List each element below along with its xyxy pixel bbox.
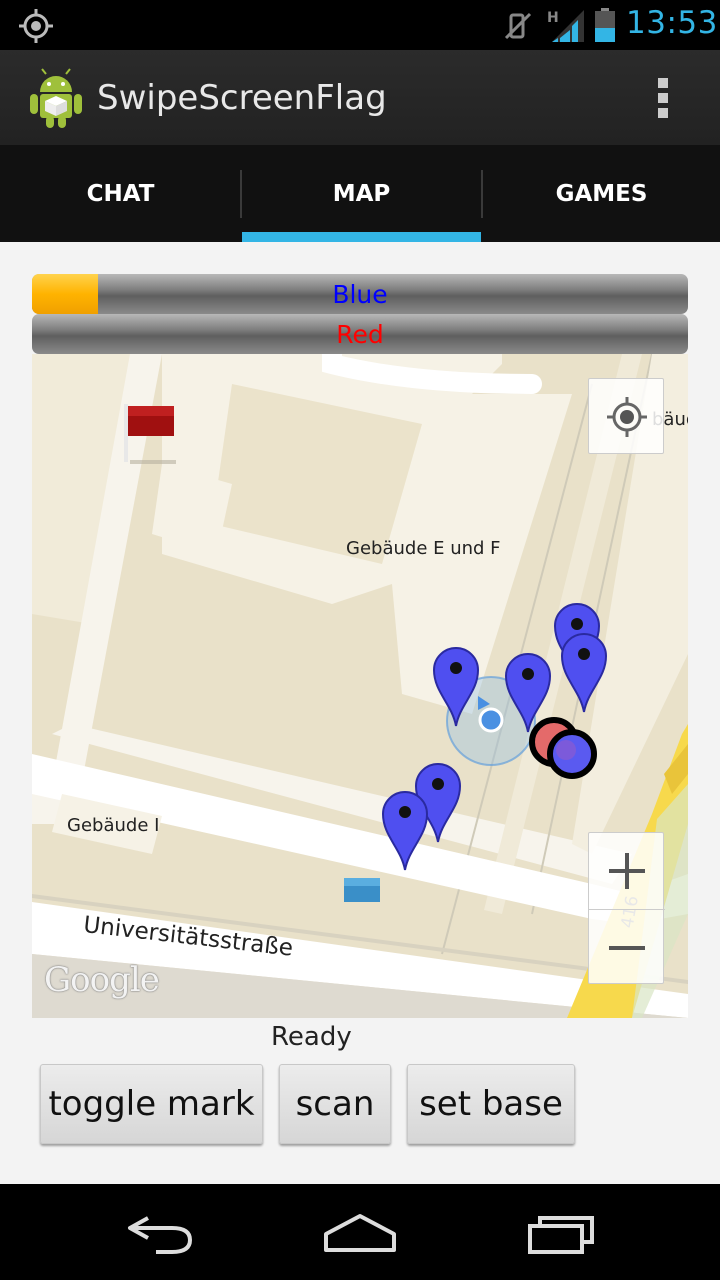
clock: 13:53 (626, 5, 718, 41)
blue-marker-1[interactable] (432, 644, 480, 728)
toggle-mark-button[interactable]: toggle mark (40, 1064, 263, 1144)
app-title: SwipeScreenFlag (97, 78, 387, 118)
screen: H 13:53 SwipeScreenFlag CHAT MAP GAMES B… (0, 0, 720, 1280)
mute-icon (504, 12, 532, 40)
action-bar: SwipeScreenFlag (0, 50, 720, 146)
zoom-in-button[interactable] (589, 833, 665, 909)
zoom-in-icon (609, 853, 645, 889)
tab-bar: CHAT MAP GAMES (0, 146, 720, 242)
scan-button[interactable]: scan (279, 1064, 391, 1144)
map-label-building-ef: Gebäude E und F (346, 538, 501, 559)
zoom-out-button[interactable] (589, 909, 665, 985)
zoom-controls (588, 832, 665, 985)
back-icon[interactable] (120, 1204, 200, 1260)
home-icon[interactable] (320, 1204, 400, 1260)
map-label-building-i: Gebäude I (67, 815, 160, 836)
navigation-bar (0, 1184, 720, 1280)
tab-chat[interactable]: CHAT (0, 146, 241, 242)
tab-chat-label: CHAT (86, 181, 155, 207)
player-circle-blue[interactable] (544, 726, 602, 784)
map-tab-content: Blue Red Gebäude E und F Gebäude I äu Un… (0, 242, 720, 1184)
status-text: Ready (271, 1022, 352, 1052)
tab-map[interactable]: MAP (242, 146, 481, 242)
recents-icon[interactable] (522, 1204, 602, 1260)
zoom-out-icon (609, 946, 645, 950)
blue-progress-label: Blue (332, 279, 388, 309)
selected-tab-indicator (242, 232, 481, 242)
red-flag-marker[interactable] (120, 400, 180, 470)
red-progress-bar: Red (32, 314, 688, 354)
blue-progress-bar: Blue (32, 274, 688, 314)
battery-icon (595, 8, 615, 42)
set-base-button[interactable]: set base (407, 1064, 575, 1144)
status-bar: H 13:53 (0, 0, 720, 50)
gps-icon (19, 9, 53, 43)
signal-icon: H (547, 10, 584, 42)
android-icon[interactable] (26, 66, 86, 130)
my-location-icon (607, 397, 647, 437)
map-view[interactable]: Gebäude E und F Gebäude I bäud Universit… (32, 354, 688, 1018)
tab-games[interactable]: GAMES (483, 146, 720, 242)
google-logo: Google (44, 960, 160, 1000)
tab-games-label: GAMES (555, 181, 648, 207)
network-type-label: H (547, 10, 559, 26)
blue-flag-marker[interactable] (342, 876, 384, 908)
red-progress-label: Red (336, 319, 384, 349)
blue-marker-4[interactable] (560, 630, 608, 714)
blue-marker-6[interactable] (381, 788, 429, 872)
tab-map-label: MAP (332, 181, 391, 207)
my-location-button[interactable] (588, 378, 664, 454)
overflow-menu-icon[interactable] (648, 74, 678, 122)
